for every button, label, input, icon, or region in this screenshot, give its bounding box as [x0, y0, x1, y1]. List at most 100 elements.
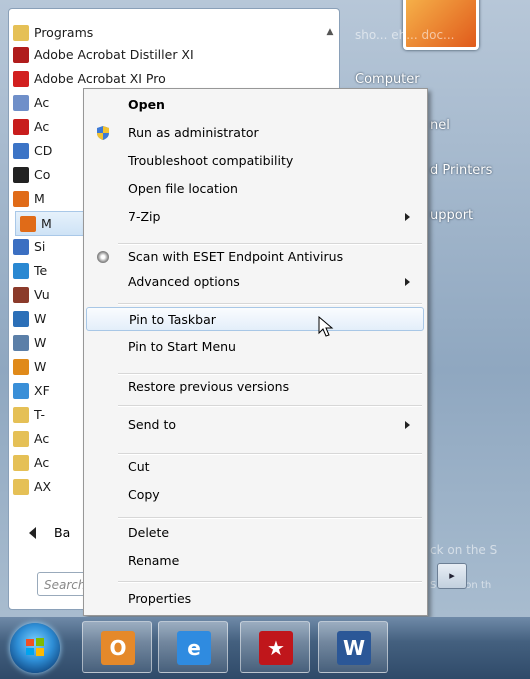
folder-icon [13, 454, 29, 471]
program-item-label: Ac [34, 119, 50, 134]
back-button[interactable]: Ba [29, 525, 70, 540]
program-item-label: W [34, 335, 47, 350]
program-item-label: AX [34, 479, 52, 494]
menu-item-troubleshoot-compatibility[interactable]: Troubleshoot compatibility [86, 149, 424, 173]
outlook-icon: O [101, 631, 135, 665]
windows-logo-icon [26, 638, 44, 656]
back-label: Ba [54, 525, 71, 540]
document-icon [13, 94, 29, 111]
menu-item-label: Restore previous versions [128, 379, 290, 394]
menu-item-cut[interactable]: Cut [86, 455, 424, 479]
program-item-label: XF [34, 383, 50, 398]
app-icon [13, 286, 29, 303]
menu-item-advanced-options[interactable]: Advanced options [86, 270, 424, 294]
app-icon [13, 166, 29, 183]
control-panel-link[interactable]: nel [430, 118, 450, 133]
separator [118, 405, 422, 407]
app-icon [13, 238, 29, 255]
program-item-label: Ac [34, 431, 50, 446]
submenu-arrow-icon [405, 278, 410, 286]
cd-icon [13, 142, 29, 159]
program-item-label: Adobe Acrobat Distiller XI [34, 47, 194, 62]
folder-icon [13, 478, 29, 495]
program-item-label: T- [34, 407, 45, 422]
separator [118, 453, 422, 455]
menu-item-label: Delete [128, 525, 170, 540]
menu-item-open[interactable]: Open [86, 93, 424, 117]
submenu-arrow-icon [405, 421, 410, 429]
separator [118, 517, 422, 519]
menu-item-label: Send to [128, 417, 177, 432]
program-item-label: Ac [34, 95, 50, 110]
app-icon [13, 334, 29, 351]
devices-printers-link[interactable]: d Printers [430, 163, 492, 178]
program-item-label: M [41, 216, 52, 231]
menu-item-pin-to-taskbar[interactable]: Pin to Taskbar [86, 307, 424, 331]
eset-icon [97, 251, 109, 263]
app-icon [13, 310, 29, 327]
taskbar-acrobat-button[interactable]: ★ [240, 621, 310, 673]
program-item-label: Si [34, 239, 46, 254]
start-button[interactable] [10, 623, 60, 673]
program-item[interactable]: Adobe Acrobat Distiller XI [9, 43, 319, 66]
acrobat-icon: ★ [259, 631, 293, 665]
programs-folder[interactable]: Programs [9, 21, 319, 44]
program-item-label: Vu [34, 287, 50, 302]
menu-item-label: Open file location [128, 181, 238, 196]
firefox-icon [13, 190, 29, 207]
app-icon [13, 358, 29, 375]
menu-item-scan-with-eset-endpoint-antivirus[interactable]: Scan with ESET Endpoint Antivirus [86, 245, 424, 269]
context-menu: Open Run as administrator Troubleshoot com… [83, 88, 428, 616]
menu-item-label: Run as administrator [128, 125, 259, 140]
separator [118, 581, 422, 583]
menu-item-label: Pin to Start Menu [128, 339, 236, 354]
menu-item-open-file-location[interactable]: Open file location [86, 177, 424, 201]
user-picture[interactable] [403, 0, 479, 50]
shutdown-options-button[interactable]: ▸ [437, 563, 467, 589]
program-item-label: W [34, 359, 47, 374]
app-icon [13, 262, 29, 279]
word-icon: W [337, 631, 371, 665]
menu-item-properties[interactable]: Properties [86, 587, 424, 611]
menu-item-pin-to-start-menu[interactable]: Pin to Start Menu [86, 335, 424, 359]
faint-text-bottom1: ck on the S [430, 543, 498, 557]
menu-item-label: Pin to Taskbar [129, 312, 216, 327]
program-item[interactable]: Adobe Acrobat XI Pro [9, 67, 319, 90]
app-icon [13, 382, 29, 399]
acrobat-icon [13, 70, 29, 87]
firefox-icon [20, 215, 36, 232]
back-arrow-icon [29, 526, 36, 539]
ie-icon: e [177, 631, 211, 665]
menu-item-label: Cut [128, 459, 150, 474]
menu-item-label: Scan with ESET Endpoint Antivirus [128, 249, 344, 264]
menu-item-label: Rename [128, 553, 180, 568]
program-item-label: W [34, 311, 47, 326]
menu-item-send-to[interactable]: Send to [86, 413, 424, 437]
program-item-label: CD [34, 143, 53, 158]
menu-item-7-zip[interactable]: 7-Zip [86, 205, 424, 229]
menu-item-label: 7-Zip [128, 209, 161, 224]
menu-item-run-as-administrator[interactable]: Run as administrator [86, 121, 424, 145]
acrobat-distiller-icon [13, 46, 29, 63]
help-support-link[interactable]: upport [430, 208, 473, 223]
taskbar-word-button[interactable]: W [318, 621, 388, 673]
menu-item-rename[interactable]: Rename [86, 549, 424, 573]
menu-item-label: Troubleshoot compatibility [128, 153, 294, 168]
taskbar: Oe ★ W [0, 617, 530, 679]
program-item-label: Te [34, 263, 48, 278]
menu-item-delete[interactable]: Delete [86, 521, 424, 545]
mouse-cursor-icon [318, 316, 334, 337]
scroll-up-icon[interactable]: ▲ [325, 27, 335, 37]
taskbar-outlook-button[interactable]: O [82, 621, 152, 673]
taskbar-internet-explorer-button[interactable]: e [158, 621, 228, 673]
menu-item-restore-previous-versions[interactable]: Restore previous versions [86, 375, 424, 399]
programs-folder-label: Programs [34, 25, 94, 40]
menu-item-copy[interactable]: Copy [86, 483, 424, 507]
program-item-label: Co [34, 167, 51, 182]
separator [118, 303, 422, 305]
computer-link[interactable]: Computer [355, 72, 420, 87]
faint-text-top: sho... eh... doc... [355, 28, 455, 42]
folder-icon [13, 430, 29, 447]
menu-item-label: Properties [128, 591, 192, 606]
program-item-label: M [34, 191, 45, 206]
